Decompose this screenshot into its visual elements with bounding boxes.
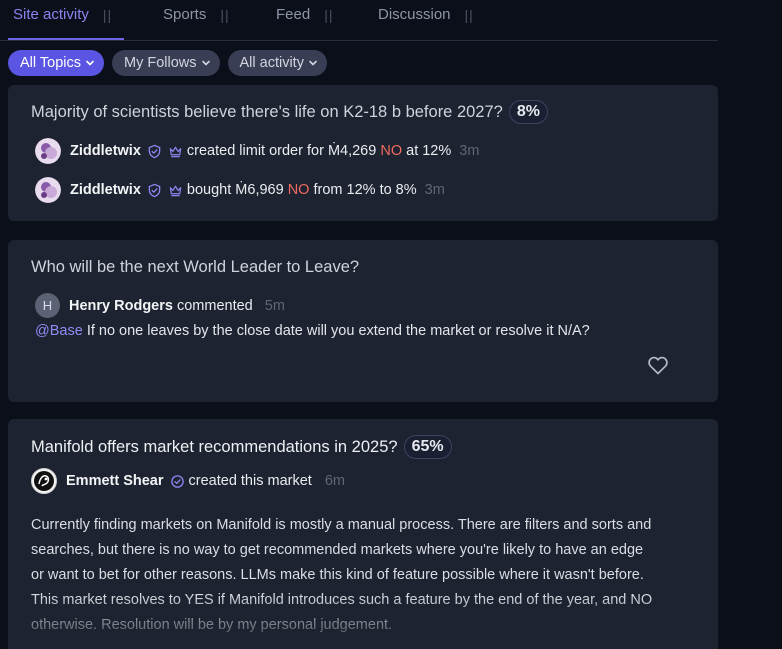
- description-line: Currently finding markets on Manifold is…: [31, 517, 652, 533]
- crown-icon: [168, 144, 183, 159]
- market-title[interactable]: Who will be the next World Leader to Lea…: [31, 258, 359, 277]
- chevron-down-icon: [309, 60, 317, 66]
- trade-amount: Ṁ4,269: [327, 143, 377, 159]
- username[interactable]: Ziddletwix: [70, 143, 141, 159]
- trade-detail: from 12% to 8%: [313, 182, 417, 198]
- comment-header: H Henry Rodgers commented 5m: [35, 293, 285, 318]
- crown-icon: [168, 183, 183, 198]
- activity-row: Ziddletwix created limit order for Ṁ4,26…: [35, 138, 479, 164]
- market-card[interactable]: Manifold offers market recommendations i…: [8, 419, 718, 649]
- description-line: otherwise. Resolution will be by my pers…: [31, 617, 393, 633]
- creator-row: Emmett Shear created this market 6m: [31, 468, 345, 494]
- tab-bar: Site activity || Sports || Feed || Discu…: [0, 0, 718, 41]
- dropdown-label: All Topics: [20, 55, 81, 71]
- comment-text: If no one leaves by the close date will …: [86, 323, 590, 339]
- comment-card[interactable]: Who will be the next World Leader to Lea…: [8, 240, 718, 402]
- description-line: searches, but there is no way to get rec…: [31, 542, 644, 558]
- market-title[interactable]: Manifold offers market recommendations i…: [31, 435, 452, 459]
- feed-column: Site activity || Sports || Feed || Discu…: [0, 0, 718, 649]
- outcome-label: NO: [287, 182, 310, 198]
- tab-separator: ||: [464, 6, 474, 23]
- tab-label: Feed: [276, 6, 311, 23]
- market-title[interactable]: Majority of scientists believe there's l…: [31, 100, 548, 124]
- probability-badge: 65%: [403, 435, 452, 459]
- mention-link[interactable]: @Base: [35, 323, 83, 339]
- timestamp: 5m: [264, 297, 285, 314]
- username[interactable]: Ziddletwix: [70, 182, 141, 198]
- tab-site-activity[interactable]: Site activity ||: [13, 6, 112, 23]
- probability-badge: 8%: [508, 100, 548, 124]
- my-follows-dropdown[interactable]: My Follows: [111, 50, 220, 76]
- market-title-text: Manifold offers market recommendations i…: [31, 437, 398, 456]
- market-description: Currently finding markets on Manifold is…: [31, 513, 701, 638]
- tab-label: Discussion: [378, 6, 451, 23]
- activity-row: Ziddletwix bought Ṁ6,969 NO from 12% to …: [35, 177, 445, 203]
- avatar[interactable]: [35, 138, 61, 164]
- timestamp: 6m: [324, 473, 345, 489]
- active-tab-underline: [8, 38, 124, 40]
- timestamp: 3m: [424, 182, 445, 198]
- avatar[interactable]: H: [35, 293, 60, 318]
- chevron-down-icon: [86, 60, 94, 66]
- tab-separator: ||: [324, 6, 334, 23]
- username[interactable]: Emmett Shear: [66, 473, 164, 489]
- verified-check-icon: [170, 474, 185, 489]
- tab-separator: ||: [220, 6, 230, 23]
- username[interactable]: Henry Rodgers: [69, 298, 173, 314]
- market-title-text: Who will be the next World Leader to Lea…: [31, 258, 360, 276]
- all-topics-dropdown[interactable]: All Topics: [8, 50, 104, 76]
- dropdown-label: My Follows: [123, 55, 197, 71]
- all-activity-dropdown[interactable]: All activity: [227, 50, 327, 76]
- shield-icon: [147, 183, 162, 198]
- description-line: or want to bet for other reasons. LLMs m…: [31, 567, 644, 583]
- tab-sports[interactable]: Sports ||: [163, 6, 230, 23]
- page: Site activity || Sports || Feed || Discu…: [0, 0, 782, 649]
- creator-action: created this market: [188, 473, 312, 489]
- chevron-down-icon: [201, 60, 210, 66]
- dropdown-label: All activity: [239, 55, 304, 71]
- avatar[interactable]: [31, 468, 57, 494]
- tab-feed[interactable]: Feed ||: [276, 6, 333, 23]
- activity-action: bought: [186, 182, 232, 198]
- comment-body: @Base If no one leaves by the close date…: [35, 323, 590, 339]
- description-line: This market resolves to YES if Manifold …: [31, 592, 653, 608]
- trade-detail: at 12%: [406, 143, 452, 159]
- filter-bar: All Topics My Follows All activity: [8, 50, 327, 76]
- timestamp: 3m: [459, 143, 480, 159]
- tab-label: Site activity: [13, 6, 89, 23]
- activity-action: created limit order for: [186, 143, 324, 159]
- market-card[interactable]: Majority of scientists believe there's l…: [8, 85, 718, 221]
- avatar[interactable]: [35, 177, 61, 203]
- outcome-label: NO: [380, 143, 403, 159]
- heart-icon[interactable]: [646, 353, 670, 377]
- market-title-text: Majority of scientists believe there's l…: [31, 102, 503, 121]
- tab-separator: ||: [102, 6, 113, 23]
- tab-label: Sports: [163, 6, 207, 23]
- tab-discussion[interactable]: Discussion ||: [378, 6, 474, 23]
- trade-amount: Ṁ6,969: [235, 182, 284, 198]
- shield-icon: [147, 144, 162, 159]
- comment-action: commented: [176, 297, 253, 314]
